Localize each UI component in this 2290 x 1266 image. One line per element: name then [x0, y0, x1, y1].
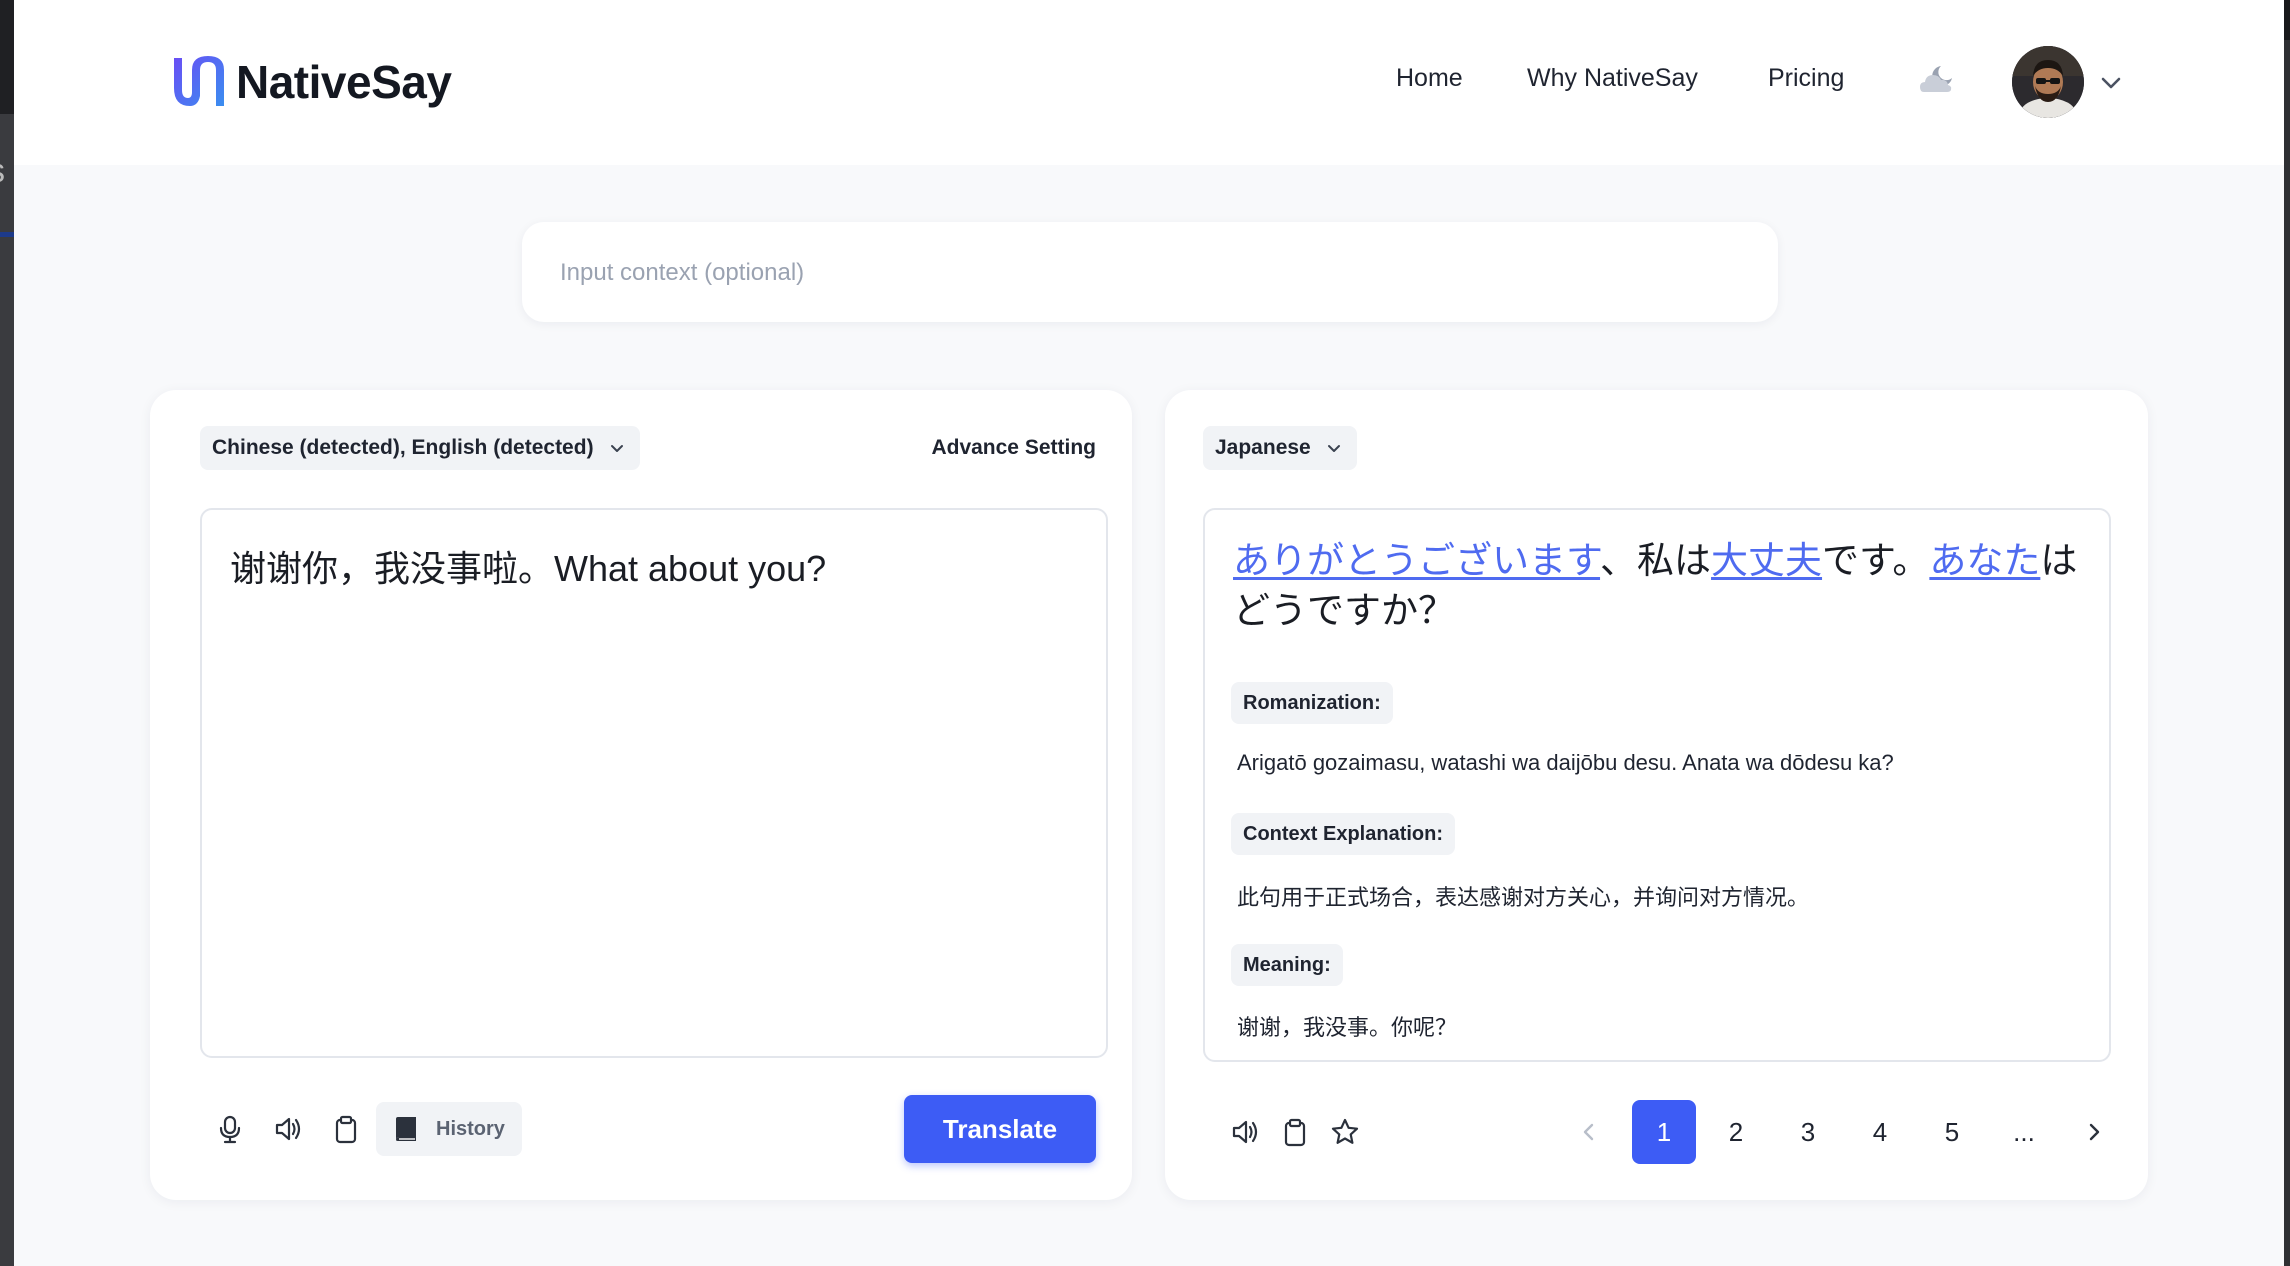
pagination-page-5[interactable]: 5	[1920, 1100, 1984, 1164]
chevron-down-icon	[1327, 445, 1340, 452]
speak-translation-button[interactable]	[1225, 1112, 1265, 1152]
pagination-page-2[interactable]: 2	[1704, 1100, 1768, 1164]
context-explanation-label: Context Explanation:	[1231, 813, 1456, 855]
speaker-icon	[1232, 1120, 1258, 1144]
background-window-edge: s	[0, 0, 14, 1266]
app-page: NativeSay Home Why NativeSay Pricing Inp…	[14, 0, 2284, 1266]
nav-home[interactable]: Home	[1396, 64, 1463, 93]
translation-segment: です。	[1822, 540, 1930, 581]
translate-button[interactable]: Translate	[904, 1095, 1096, 1163]
chevron-down-icon	[610, 445, 623, 452]
avatar-image	[2012, 46, 2084, 118]
user-avatar[interactable]	[2012, 46, 2084, 118]
source-textarea[interactable]: 谢谢你，我没事啦。What about you?	[200, 508, 1108, 1058]
book-icon	[396, 1117, 416, 1141]
pagination-prev-button[interactable]	[1569, 1100, 1609, 1164]
nav-pricing[interactable]: Pricing	[1768, 64, 1844, 93]
romanization-text: Arigatō gozaimasu, watashi wa daijōbu de…	[1237, 750, 1894, 775]
microphone-button[interactable]	[210, 1109, 250, 1149]
context-explanation-text: 此句用于正式场合，表达感谢对方关心，并询问对方情况。	[1237, 885, 1810, 910]
context-input-container	[522, 222, 1778, 322]
history-button[interactable]: History	[376, 1102, 522, 1156]
romanization-label: Romanization:	[1231, 682, 1393, 724]
nav-why-nativesay[interactable]: Why NativeSay	[1527, 64, 1698, 93]
chevron-left-icon	[1583, 1123, 1594, 1141]
target-language-select[interactable]: Japanese	[1203, 426, 1357, 470]
meaning-label: Meaning:	[1231, 944, 1343, 986]
account-menu-caret[interactable]	[2096, 68, 2126, 98]
translation-text: ありがとうございます、私は大丈夫です。あなたはどうですか？	[1233, 536, 2093, 636]
meaning-text: 谢谢，我没事。你呢？	[1237, 1015, 1458, 1040]
word-link-anata[interactable]: あなた	[1929, 540, 2040, 581]
word-link-daijoubu[interactable]: 大丈夫	[1711, 540, 1822, 581]
mic-icon	[219, 1115, 241, 1144]
logo-icon	[174, 56, 224, 106]
target-panel: Japanese ありがとうございます、私は大丈夫です。あなたはどうですか？ R…	[1165, 390, 2148, 1200]
chevron-right-icon	[2089, 1123, 2100, 1141]
theme-toggle-button[interactable]	[1914, 58, 1958, 102]
clipboard-icon	[335, 1115, 357, 1144]
top-header: NativeSay Home Why NativeSay Pricing	[14, 0, 2284, 165]
advance-setting-link[interactable]: Advance Setting	[931, 436, 1096, 460]
favorite-button[interactable]	[1325, 1112, 1365, 1152]
pagination-page-3[interactable]: 3	[1776, 1100, 1840, 1164]
translation-segment: 、私は	[1600, 540, 1712, 581]
source-language-select[interactable]: Chinese (detected), English (detected)	[200, 426, 640, 470]
word-link-arigatou[interactable]: ありがとうございます	[1233, 540, 1600, 581]
pagination-next-button[interactable]	[2074, 1100, 2114, 1164]
target-language-label: Japanese	[1215, 436, 1311, 459]
history-label: History	[436, 1117, 505, 1140]
speak-source-button[interactable]	[268, 1109, 308, 1149]
brand-logo[interactable]: NativeSay	[168, 52, 452, 112]
copy-translation-button[interactable]	[1275, 1112, 1315, 1152]
source-language-label: Chinese (detected), English (detected)	[212, 436, 594, 459]
pagination-ellipsis[interactable]: ...	[1992, 1100, 2056, 1164]
context-input[interactable]	[558, 250, 1742, 296]
moon-cloud-icon	[1920, 66, 1952, 92]
background-window-edge-right	[2284, 0, 2290, 1266]
source-text: 谢谢你，我没事啦。What about you?	[230, 548, 827, 589]
speaker-icon	[275, 1117, 301, 1141]
clipboard-icon	[1284, 1118, 1306, 1147]
pagination-page-4[interactable]: 4	[1848, 1100, 1912, 1164]
pagination-page-1[interactable]: 1	[1632, 1100, 1696, 1164]
star-icon	[1331, 1118, 1359, 1144]
brand-name: NativeSay	[236, 56, 452, 108]
copy-source-button[interactable]	[326, 1109, 366, 1149]
chevron-down-icon	[2101, 77, 2121, 89]
translation-result: ありがとうございます、私は大丈夫です。あなたはどうですか？ Romanizati…	[1203, 508, 2111, 1062]
source-panel: Chinese (detected), English (detected) A…	[150, 390, 1132, 1200]
